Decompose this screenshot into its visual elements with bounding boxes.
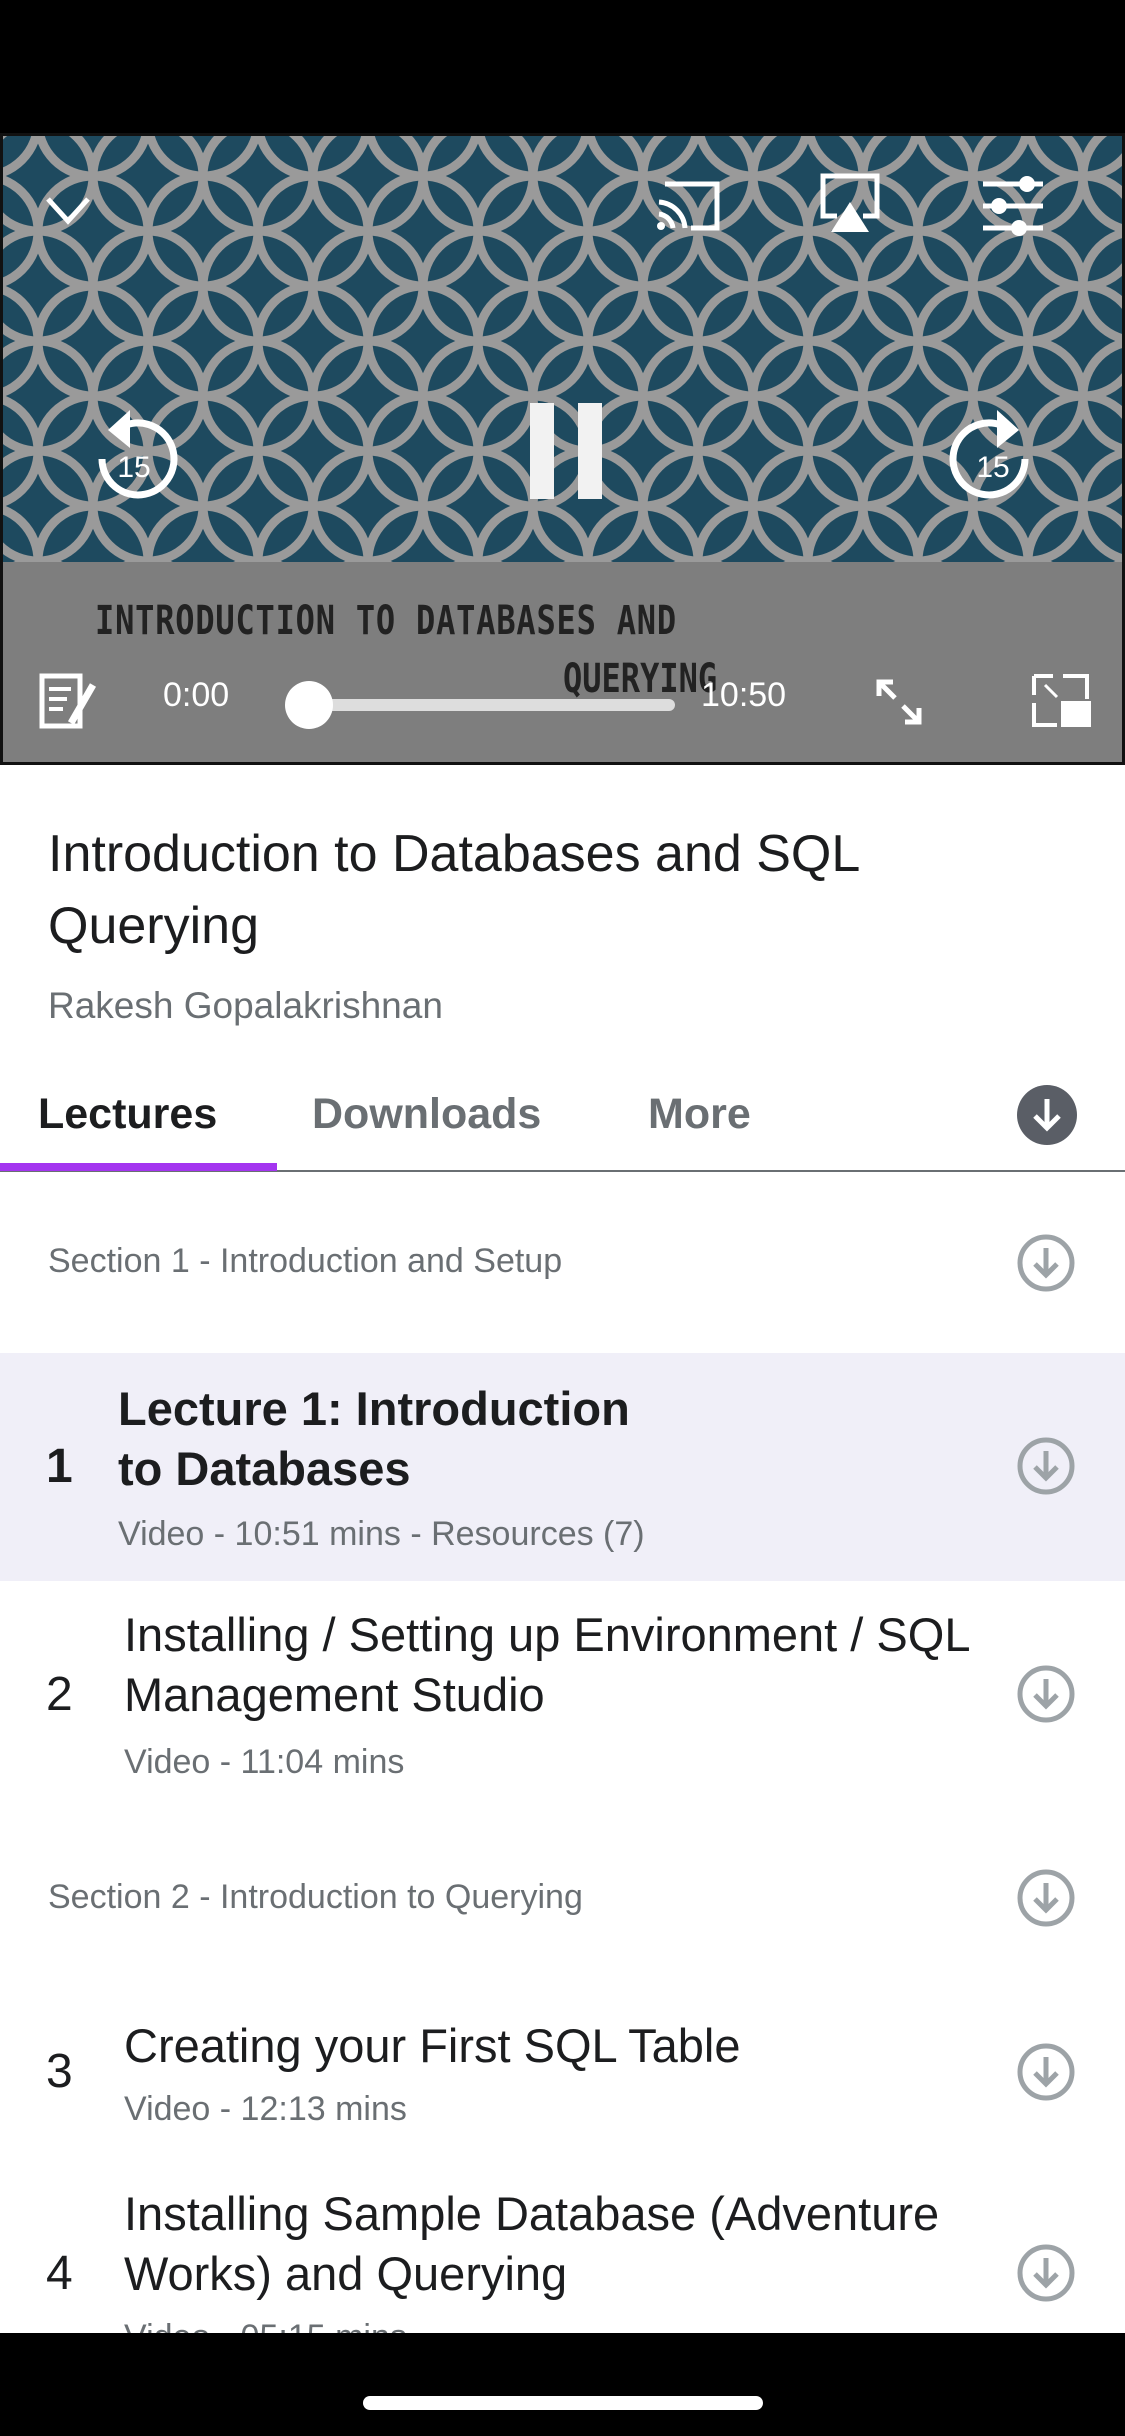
lecture-row-current[interactable]: 1 Lecture 1: Introduction to Databases V… <box>0 1353 1125 1581</box>
forward-seconds: 15 <box>976 451 1009 484</box>
rewind-15-icon[interactable]: 15 <box>88 404 178 504</box>
slide-title-2: QUERYING <box>563 656 718 702</box>
lecture-number: 2 <box>46 1668 73 1721</box>
picture-in-picture-icon[interactable] <box>1031 673 1093 729</box>
tab-downloads[interactable]: Downloads <box>312 1090 541 1139</box>
download-icon[interactable] <box>1016 1868 1076 1928</box>
tab-more[interactable]: More <box>648 1090 751 1139</box>
lecture-number: 1 <box>46 1440 73 1493</box>
download-icon[interactable] <box>1016 2243 1076 2303</box>
lecture-title: Lecture 1: Introduction to Databases <box>118 1382 630 1495</box>
section-header: Section 1 - Introduction and Setup <box>48 1242 563 1280</box>
download-icon[interactable] <box>1016 1664 1076 1724</box>
current-time: 0:00 <box>163 676 230 714</box>
airplay-icon[interactable] <box>819 172 881 236</box>
download-icon[interactable] <box>1016 1436 1076 1496</box>
lecture-row[interactable]: 3 Creating your First SQL Table Video - … <box>0 2000 1125 2150</box>
settings-sliders-icon[interactable] <box>981 174 1045 238</box>
rewind-seconds: 15 <box>117 451 150 484</box>
fullscreen-icon[interactable] <box>873 676 925 728</box>
pause-icon[interactable] <box>528 403 604 503</box>
lecture-meta: Video - 10:51 mins - Resources (7) <box>118 1515 645 1553</box>
duration: 10:50 <box>701 676 787 714</box>
download-all-icon[interactable] <box>1017 1085 1077 1145</box>
lecture-meta: Video - 12:13 mins <box>124 2090 407 2128</box>
course-title: Introduction to Databases and SQL Queryi… <box>48 825 859 955</box>
slide-title: INTRODUCTION TO DATABASES AND <box>95 598 677 644</box>
lecture-title: Installing / Setting up Environment / SQ… <box>124 1608 969 1721</box>
forward-15-icon[interactable]: 15 <box>949 404 1039 504</box>
seek-bar[interactable] <box>303 699 675 711</box>
video-player[interactable]: INTRODUCTION TO DATABASES AND QUERYING 1… <box>0 133 1125 765</box>
home-bar-area <box>0 2333 1125 2436</box>
download-icon[interactable] <box>1016 1233 1076 1293</box>
tab-lectures[interactable]: Lectures <box>38 1090 217 1139</box>
cast-icon[interactable] <box>655 176 723 234</box>
notes-icon[interactable] <box>39 671 99 731</box>
tab-bar: Lectures Downloads More <box>0 1080 1125 1172</box>
home-indicator[interactable] <box>363 2396 763 2410</box>
lecture-number: 4 <box>46 2247 73 2300</box>
lecture-number: 3 <box>46 2045 73 2098</box>
lecture-meta: Video - 11:04 mins <box>124 1743 405 1781</box>
lecture-title: Installing Sample Database (Adventure Wo… <box>124 2187 940 2300</box>
lecture-title: Creating your First SQL Table <box>124 2019 741 2072</box>
seek-thumb[interactable] <box>285 681 333 729</box>
chevron-down-icon[interactable] <box>43 191 93 231</box>
lecture-row[interactable]: 2 Installing / Setting up Environment / … <box>0 1581 1125 1801</box>
lecture-row[interactable]: 4 Installing Sample Database (Adventure … <box>0 2160 1125 2356</box>
download-icon[interactable] <box>1016 2042 1076 2102</box>
status-bar-area <box>0 0 1125 133</box>
section-header: Section 2 - Introduction to Querying <box>48 1878 583 1916</box>
course-author[interactable]: Rakesh Gopalakrishnan <box>48 985 443 1027</box>
active-tab-indicator <box>0 1163 277 1171</box>
